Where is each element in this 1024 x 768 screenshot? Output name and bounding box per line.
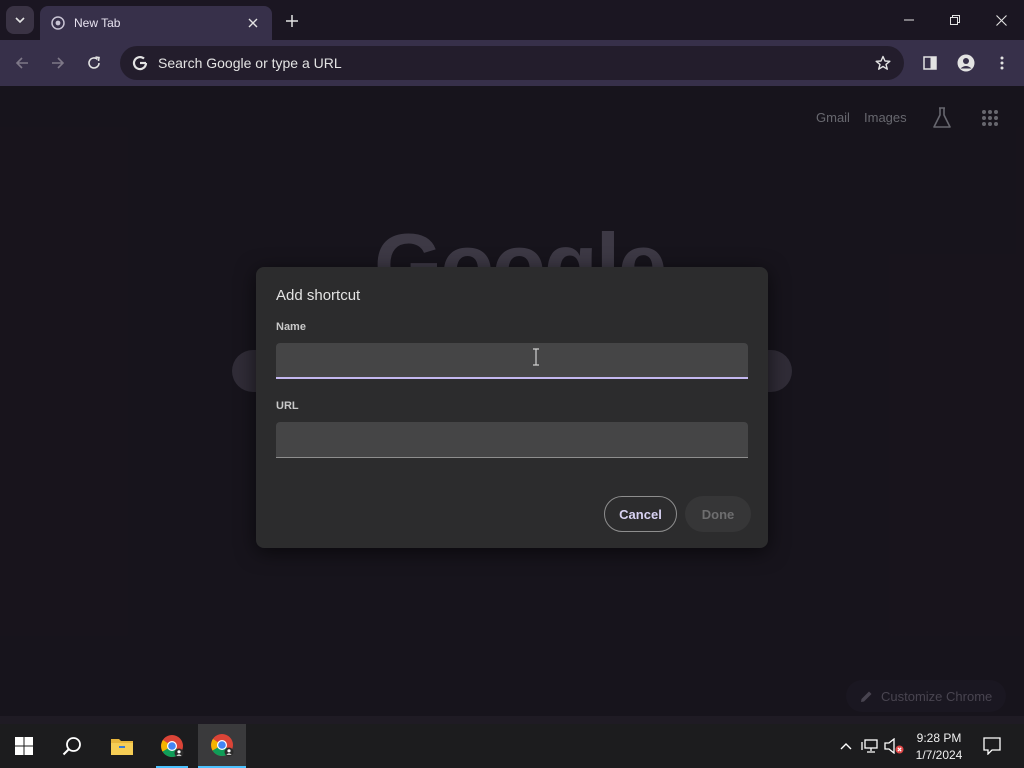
tab-search-button[interactable]	[6, 6, 34, 34]
browser-toolbar: Search Google or type a URL	[0, 40, 1024, 86]
url-field-label: URL	[276, 400, 299, 412]
search-icon	[62, 737, 81, 756]
chrome-menu-button[interactable]	[988, 49, 1016, 77]
chrome-color-icon	[161, 735, 184, 758]
folder-icon	[111, 739, 133, 755]
dialog-title: Add shortcut	[276, 287, 361, 304]
clock-date: 1/7/2024	[915, 748, 963, 762]
name-input[interactable]	[286, 353, 738, 367]
text-cursor-icon	[531, 348, 541, 366]
start-button[interactable]	[0, 724, 48, 768]
close-icon	[995, 14, 1007, 26]
url-field[interactable]	[276, 422, 748, 458]
chrome-profile-taskbar-button[interactable]	[198, 724, 246, 768]
arrow-left-icon	[15, 57, 28, 69]
google-g-icon	[130, 53, 150, 73]
volume-muted-icon	[884, 738, 904, 754]
name-field-label: Name	[276, 321, 306, 333]
profile-avatar-icon	[957, 54, 975, 72]
network-icon	[861, 739, 878, 753]
clock-time: 9:28 PM	[916, 731, 962, 745]
side-panel-icon	[923, 56, 937, 70]
arrow-right-icon	[52, 57, 65, 69]
chrome-taskbar-button[interactable]	[148, 724, 196, 768]
chevron-up-icon	[840, 743, 852, 750]
close-tab-icon[interactable]	[244, 14, 262, 32]
search-button[interactable]	[48, 724, 96, 768]
show-hidden-icons-button[interactable]	[836, 736, 856, 756]
restore-icon	[950, 15, 960, 25]
forward-button[interactable]	[44, 49, 72, 77]
tab-title: New Tab	[74, 16, 121, 30]
omnibox-placeholder: Search Google or type a URL	[158, 55, 342, 71]
file-explorer-button[interactable]	[98, 724, 146, 768]
plus-icon	[286, 15, 298, 27]
restore-button[interactable]	[932, 0, 978, 40]
minimize-button[interactable]	[886, 0, 932, 40]
add-shortcut-dialog: Add shortcut Name URL Cancel Done	[256, 267, 768, 548]
more-vert-icon	[1000, 56, 1004, 70]
windows-logo-icon	[15, 737, 33, 755]
chrome-color-icon	[211, 734, 234, 757]
tab-strip: New Tab	[0, 0, 1024, 40]
side-panel-button[interactable]	[916, 49, 944, 77]
volume-tray-icon[interactable]	[884, 736, 904, 756]
profile-button[interactable]	[952, 49, 980, 77]
taskbar-clock[interactable]: 9:28 PM 1/7/2024	[908, 730, 970, 764]
back-button[interactable]	[8, 49, 36, 77]
windows-taskbar: 9:28 PM 1/7/2024	[0, 724, 1024, 768]
chevron-down-icon	[15, 17, 25, 24]
notification-icon	[983, 737, 1001, 755]
action-center-button[interactable]	[982, 736, 1002, 756]
omnibox[interactable]: Search Google or type a URL	[120, 46, 904, 80]
cancel-button[interactable]: Cancel	[604, 496, 677, 532]
done-button[interactable]: Done	[685, 496, 751, 532]
close-window-button[interactable]	[978, 0, 1024, 40]
reload-button[interactable]	[80, 49, 108, 77]
name-field[interactable]	[276, 343, 748, 379]
tab-new-tab[interactable]: New Tab	[40, 6, 272, 40]
network-tray-icon[interactable]	[860, 736, 880, 756]
reload-icon	[88, 56, 100, 69]
url-input[interactable]	[286, 432, 738, 447]
new-tab-button[interactable]	[280, 9, 304, 33]
bookmark-star-icon[interactable]	[868, 48, 898, 78]
minimize-icon	[904, 19, 914, 21]
chrome-icon	[50, 15, 66, 31]
